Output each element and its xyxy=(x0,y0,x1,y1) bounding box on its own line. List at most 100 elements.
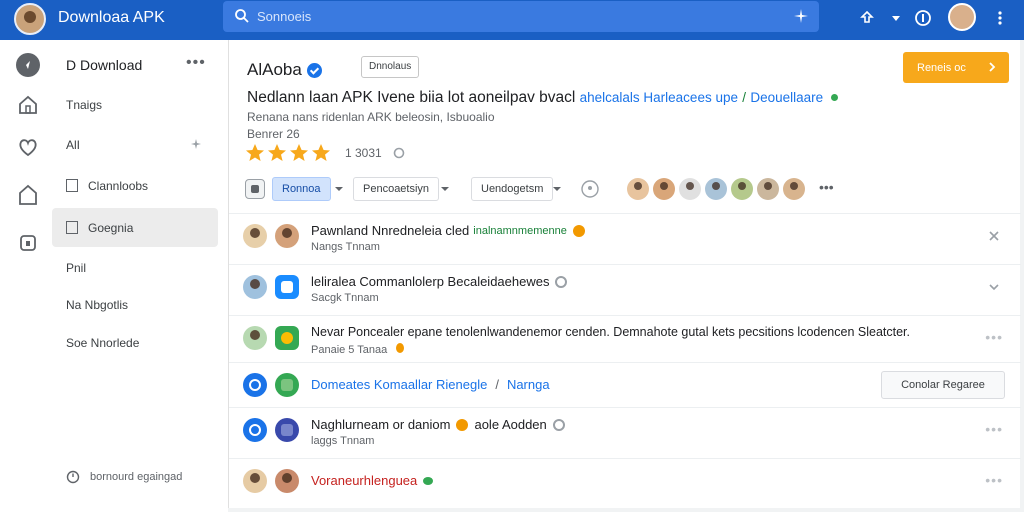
collaborator-avatar[interactable] xyxy=(731,178,753,200)
primary-action-button[interactable]: Reneis oc xyxy=(903,52,1009,83)
sender-avatar xyxy=(243,326,267,350)
collaborator-avatar[interactable] xyxy=(783,178,805,200)
house-outline-icon[interactable] xyxy=(16,183,40,207)
row-title: Naghlurneam or daniom aole Aodden xyxy=(311,417,565,432)
emoji-icon xyxy=(572,224,585,237)
headline-link-2[interactable]: Deouellaare xyxy=(750,90,823,105)
refresh-icon[interactable] xyxy=(392,146,406,160)
row-meta: Sacgk Tnnam xyxy=(311,292,379,304)
row-title-text: Domeates Komaallar Rienegle xyxy=(311,377,488,392)
list-item[interactable]: leliralea Commanlolerp Becaleidaehewes S… xyxy=(229,264,1021,309)
sidebar-item-pnil[interactable]: Pnil xyxy=(52,248,218,287)
toolbar-more-button[interactable]: ••• xyxy=(819,179,834,195)
caret-down-icon[interactable] xyxy=(441,185,449,193)
row-title-text: Naghlurneam or daniom xyxy=(311,417,451,432)
list-item[interactable]: Voraneurhlenguea ••• xyxy=(229,458,1021,506)
row-title-text: Pawnland Nnredneleia cled xyxy=(311,223,470,238)
row-title-tag: aole Aodden xyxy=(474,417,547,432)
collaborator-avatar[interactable] xyxy=(757,178,779,200)
chevron-down-icon[interactable] xyxy=(987,280,1001,294)
app-icon xyxy=(275,275,299,299)
more-vert-icon[interactable] xyxy=(992,9,1008,27)
row-more-button[interactable]: ••• xyxy=(985,421,1003,437)
compass-icon[interactable] xyxy=(16,53,40,77)
top-app-bar: Downloaa APK xyxy=(0,0,1024,40)
list-item[interactable]: Domeates Komaallar Rienegle / Narnga Con… xyxy=(229,362,1021,407)
user-avatar[interactable] xyxy=(948,3,976,31)
filter-chip-active[interactable]: Ronnoa xyxy=(272,177,331,201)
collaborator-avatar[interactable] xyxy=(679,178,701,200)
collaborator-avatar[interactable] xyxy=(705,178,727,200)
category-chip[interactable]: Dnnolaus xyxy=(361,56,420,78)
row-title: Voraneurhlenguea xyxy=(311,473,434,488)
sender-avatar xyxy=(243,469,267,493)
filter-chip-3[interactable]: Uendogetsm xyxy=(471,177,554,201)
home-icon[interactable] xyxy=(16,93,40,117)
row-title-text: leliralea Commanlolerp Becaleidaehewes xyxy=(311,274,550,289)
lock-icon[interactable] xyxy=(16,230,40,254)
star-icon xyxy=(312,144,330,161)
status-dot-icon xyxy=(423,476,434,485)
row-more-button[interactable]: ••• xyxy=(985,329,1003,345)
list-item[interactable]: Pawnland Nnredneleia cled inalnamnmemenn… xyxy=(229,213,1021,258)
headline-link[interactable]: ahelcalals Harleacees upe xyxy=(580,90,738,105)
app-name-text: AlAoba xyxy=(247,60,302,79)
heart-shield-icon[interactable] xyxy=(16,135,40,159)
row-title-text: Voraneurhlenguea xyxy=(311,473,418,488)
caret-down-icon[interactable] xyxy=(553,185,561,193)
sidebar-item-tnaigs[interactable]: Tnaigs xyxy=(52,85,218,124)
sparkle-icon[interactable] xyxy=(793,8,809,24)
rating: 1 3031 xyxy=(245,143,406,163)
sidebar-item-all[interactable]: AlI xyxy=(52,125,218,164)
row-meta: laggs Tnnam xyxy=(311,435,375,447)
emoji-icon xyxy=(396,343,405,353)
row-title: Nevar Poncealer epane tenolenlwandenemor… xyxy=(311,325,910,339)
app-headline: Nedlann laan APK Ivene biia lot aoneilpa… xyxy=(247,89,1017,107)
caret-down-icon[interactable] xyxy=(890,9,902,27)
status-ring-icon xyxy=(555,275,568,288)
row-tag: inalnamnmemenne xyxy=(473,224,567,237)
filter-toolbar: Ronnoa Pencoaetsiyn Uendogetsm ••• xyxy=(245,176,1015,202)
sparkle-small-icon xyxy=(191,139,201,149)
row-title-link[interactable]: Narnga xyxy=(507,377,550,392)
row-title: Pawnland Nnredneleia cled inalnamnmemenn… xyxy=(311,223,585,238)
sidebar-title: D Download xyxy=(66,57,143,73)
row-action-button[interactable]: Conolar Regaree xyxy=(881,371,1005,399)
sidebar-more-button[interactable]: ••• xyxy=(186,54,206,72)
collaborator-avatar[interactable] xyxy=(653,178,675,200)
sidebar-item-label: Tnaigs xyxy=(66,97,103,112)
search-icon xyxy=(235,9,249,23)
info-icon[interactable] xyxy=(914,9,932,27)
sidebar-item-label: AlI xyxy=(66,137,81,152)
sidebar-footer[interactable]: bornourd egaingad xyxy=(66,470,182,484)
filter-chip-2[interactable]: Pencoaetsiyn xyxy=(353,177,440,201)
checkbox-icon xyxy=(66,179,78,192)
app-logo-avatar[interactable] xyxy=(14,3,46,35)
list-item[interactable]: Nevar Poncealer epane tenolenlwandenemor… xyxy=(229,315,1021,360)
emoji-picker-icon[interactable] xyxy=(580,179,600,199)
headline-separator: / xyxy=(742,90,747,105)
sidebar-item-goegnia[interactable]: Goegnia xyxy=(52,208,218,247)
search-input[interactable] xyxy=(257,5,777,28)
collaborator-avatar[interactable] xyxy=(627,178,649,200)
clock-icon xyxy=(66,470,80,484)
row-more-button[interactable]: ••• xyxy=(985,472,1003,488)
sidebar-item-clannloobs[interactable]: Clannloobs xyxy=(52,166,218,205)
app-icon xyxy=(243,373,267,397)
caret-down-icon[interactable] xyxy=(335,185,343,193)
sidebar-item-nbgotlis[interactable]: Na Nbgotlis xyxy=(52,285,218,324)
app-version: Benrer 26 xyxy=(247,127,300,141)
chevron-right-icon xyxy=(989,62,996,72)
status-ring-icon xyxy=(552,418,565,431)
sidebar: D Download ••• Tnaigs AlI Clannloobs Goe… xyxy=(0,40,228,512)
verified-icon xyxy=(306,62,322,78)
search-bar[interactable] xyxy=(223,1,819,32)
upload-icon[interactable] xyxy=(858,9,876,27)
close-icon[interactable] xyxy=(987,229,1001,243)
select-all-checkbox[interactable] xyxy=(245,179,265,199)
emoji-icon xyxy=(456,418,469,431)
sidebar-item-nnorlede[interactable]: Soe Nnorlede xyxy=(52,323,218,362)
star-icon xyxy=(246,144,264,161)
list-item[interactable]: Naghlurneam or daniom aole Aodden laggs … xyxy=(229,407,1021,452)
row-meta: Panaie 5 Tanaa xyxy=(311,343,405,356)
